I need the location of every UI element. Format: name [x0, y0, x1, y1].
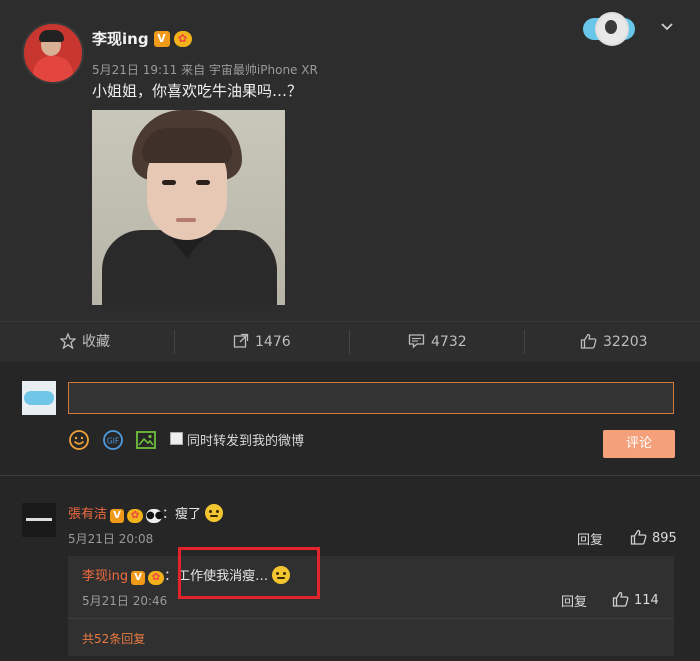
divider: [68, 618, 674, 619]
more-replies-link[interactable]: 共52条回复: [82, 630, 145, 647]
comment-count: 4732: [431, 334, 467, 350]
author-avatar[interactable]: [22, 22, 84, 84]
favorite-label: 收藏: [82, 334, 110, 350]
commenter-name[interactable]: 張有洁: [68, 507, 107, 522]
comment-time: 5月21日 20:08: [68, 532, 154, 546]
vip-badge-icon: ✿: [148, 571, 165, 585]
repost-button[interactable]: 1476: [233, 322, 291, 362]
highlight-box: [178, 547, 320, 599]
svg-text:GIF: GIF: [107, 437, 119, 446]
forward-label: 同时转发到我的微博: [187, 434, 305, 449]
post-text: 小姐姐，你喜欢吃牛油果吗…？: [92, 82, 303, 100]
divider: [0, 475, 700, 476]
like-count: 32203: [603, 334, 648, 350]
comment-button[interactable]: 4732: [408, 322, 467, 362]
post-meta: 5月21日 19:11 来自 宇宙最帅iPhone XR: [92, 63, 318, 77]
my-avatar[interactable]: [22, 381, 56, 415]
vip-badge-icon: ✿: [127, 509, 144, 523]
author-name[interactable]: 李现ing: [92, 30, 149, 48]
comment-text: ：瘦了: [162, 507, 202, 522]
emoji-icon[interactable]: [68, 429, 90, 451]
commenter-avatar[interactable]: [22, 503, 56, 537]
comment-input[interactable]: [68, 382, 674, 414]
vip-badge-icon: ✿: [173, 31, 192, 47]
forward-checkbox[interactable]: [170, 432, 183, 445]
verified-badge-icon: V: [131, 571, 146, 585]
star-icon: [59, 332, 77, 350]
gif-icon[interactable]: GIF: [102, 429, 124, 451]
repost-count: 1476: [255, 334, 291, 350]
author-name-line: 李现ing V ✿: [92, 28, 192, 49]
reply-time: 5月21日 20:46: [82, 594, 168, 608]
chevron-down-icon[interactable]: [660, 20, 674, 34]
like-button[interactable]: 32203: [580, 322, 648, 362]
repost-icon: [233, 333, 249, 348]
verified-badge-icon: V: [153, 31, 170, 47]
thumbs-up-icon: [630, 529, 647, 545]
reply-thread: 李现ing V ✿ ：工作使我消瘦… 5月21日 20:46 回复 114 共52条回…: [68, 556, 674, 656]
comment-reply-button[interactable]: 回复: [577, 529, 603, 548]
reply-reply-button[interactable]: 回复: [561, 591, 587, 610]
panda-badge-icon: ●●: [146, 509, 164, 523]
favorite-button[interactable]: 收藏: [59, 322, 110, 362]
post-photo[interactable]: [92, 110, 285, 305]
thumbs-up-icon: [580, 333, 597, 349]
reply-author-name[interactable]: 李现ing: [82, 569, 128, 584]
thumbs-up-icon: [612, 591, 629, 607]
submit-comment-button[interactable]: 评论: [603, 430, 675, 458]
image-icon[interactable]: [135, 429, 157, 451]
comment-like-count: 895: [652, 531, 677, 546]
thinking-emoji-icon: [205, 504, 224, 522]
post-card: 李现ing V ✿ 5月21日 19:11 来自 宇宙最帅iPhone XR 小姐姐…: [0, 0, 700, 360]
reply-like-button[interactable]: 114: [612, 591, 659, 608]
reply-like-count: 114: [634, 593, 659, 608]
verified-badge-icon: V: [110, 509, 125, 523]
action-bar: 收藏 1476 4732 32203: [0, 321, 700, 362]
post-decoration-card[interactable]: [583, 8, 643, 48]
comment-icon: [408, 334, 425, 349]
comment-like-button[interactable]: 895: [630, 529, 677, 546]
comment-line: 張有洁 V ✿ ●●：瘦了: [68, 503, 224, 523]
weibo-post-page: 李现ing V ✿ 5月21日 19:11 来自 宇宙最帅iPhone XR 小姐姐…: [0, 0, 700, 661]
